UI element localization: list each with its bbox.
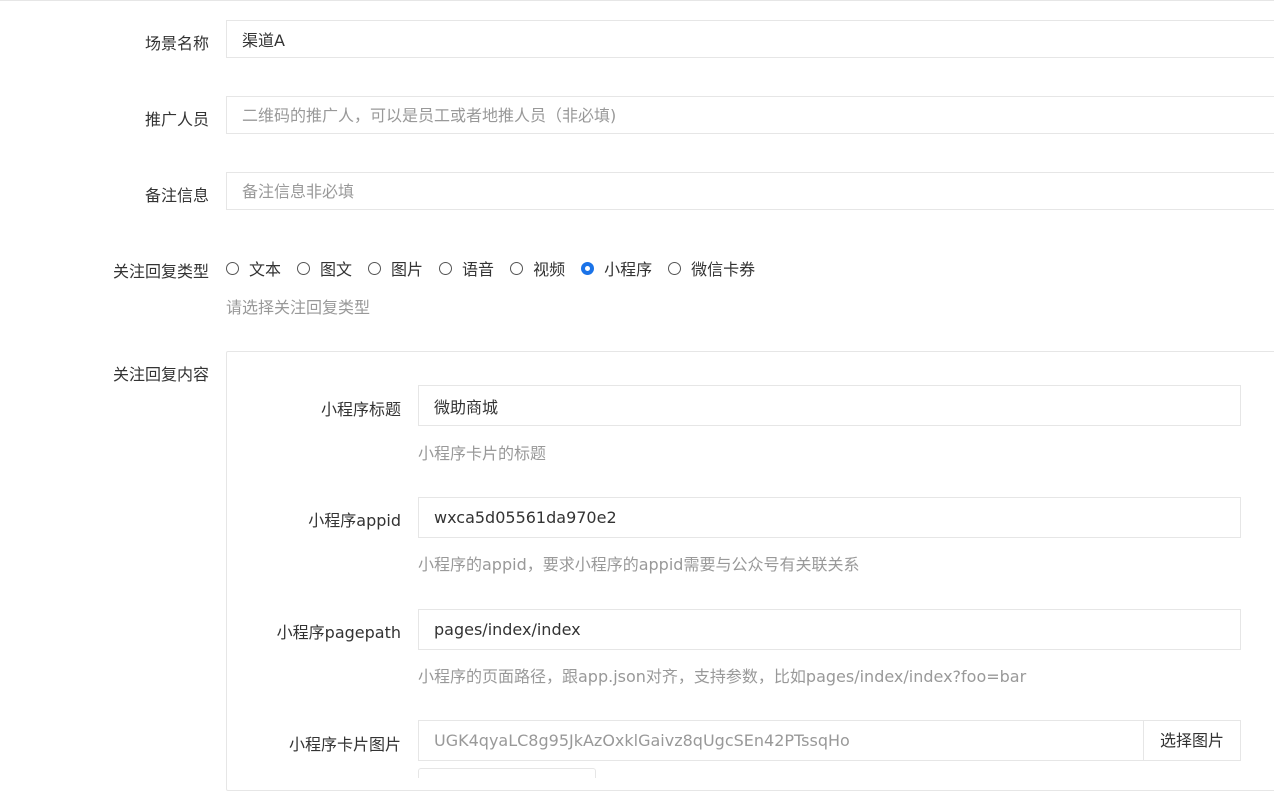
radio-circle-icon[interactable]: [226, 261, 239, 275]
remark-label: 备注信息: [144, 186, 209, 205]
radio-circle-icon[interactable]: [297, 261, 311, 275]
radio-circle-icon[interactable]: [368, 261, 382, 275]
radio-label: 图片: [391, 260, 424, 279]
mini-title-field[interactable]: [418, 385, 1241, 426]
promoter-field[interactable]: [226, 96, 1274, 134]
mini-card-image-label: 小程序卡片图片: [288, 735, 401, 754]
top-divider: [0, 0, 1274, 1]
radio-text[interactable]: 文本: [226, 256, 281, 280]
radio-label: 小程序: [604, 260, 653, 279]
mini-card-image-field: UGK4qyaLC8g95JkAzOxklGaivz8qUgcSEn42PTss…: [418, 720, 1241, 761]
radio-label: 微信卡券: [691, 260, 756, 279]
mini-pagepath-field[interactable]: [418, 609, 1241, 650]
radio-circle-icon[interactable]: [439, 261, 453, 275]
radio-circle-icon[interactable]: [510, 261, 524, 275]
mini-appid-label: 小程序appid: [308, 511, 401, 530]
mini-pagepath-input[interactable]: [434, 610, 1240, 649]
reply-content-label: 关注回复内容: [112, 365, 209, 384]
select-image-button[interactable]: 选择图片: [1143, 721, 1240, 760]
radio-label: 文本: [249, 260, 282, 279]
reply-type-radio-group: 文本 图文 图片 语音 视频 小程序 微信卡券: [226, 256, 771, 280]
promoter-label: 推广人员: [144, 110, 209, 129]
radio-circle-icon[interactable]: [668, 261, 682, 275]
mini-appid-hint: 小程序的appid，要求小程序的appid需要与公众号有关联关系: [418, 555, 860, 574]
radio-checked-icon[interactable]: [581, 261, 595, 275]
radio-image[interactable]: 图片: [368, 256, 423, 280]
radio-wechat-card[interactable]: 微信卡券: [668, 256, 755, 280]
mini-title-input[interactable]: [434, 386, 1240, 425]
radio-label: 图文: [320, 260, 353, 279]
mini-card-image-value[interactable]: UGK4qyaLC8g95JkAzOxklGaivz8qUgcSEn42PTss…: [419, 721, 1143, 760]
mini-pagepath-label: 小程序pagepath: [276, 623, 401, 642]
remark-field[interactable]: [226, 172, 1274, 210]
mini-title-label: 小程序标题: [320, 400, 401, 419]
reply-type-label: 关注回复类型: [112, 262, 209, 281]
radio-voice[interactable]: 语音: [439, 256, 494, 280]
mini-appid-field[interactable]: [418, 497, 1241, 538]
radio-news[interactable]: 图文: [297, 256, 352, 280]
reply-type-hint: 请选择关注回复类型: [226, 298, 371, 317]
scene-name-field[interactable]: [226, 20, 1274, 58]
radio-miniprogram[interactable]: 小程序: [581, 256, 652, 280]
radio-video[interactable]: 视频: [510, 256, 565, 280]
scene-name-input[interactable]: [242, 21, 1274, 57]
scene-name-label: 场景名称: [144, 34, 209, 53]
promoter-input[interactable]: [242, 97, 1274, 134]
mini-appid-input[interactable]: [434, 498, 1240, 537]
image-preview-box: [418, 768, 596, 778]
remark-input[interactable]: [242, 173, 1274, 210]
mini-pagepath-hint: 小程序的页面路径，跟app.json对齐，支持参数，比如pages/index/…: [418, 667, 1027, 686]
radio-label: 语音: [462, 260, 495, 279]
radio-label: 视频: [533, 260, 566, 279]
mini-title-hint: 小程序卡片的标题: [418, 444, 547, 463]
